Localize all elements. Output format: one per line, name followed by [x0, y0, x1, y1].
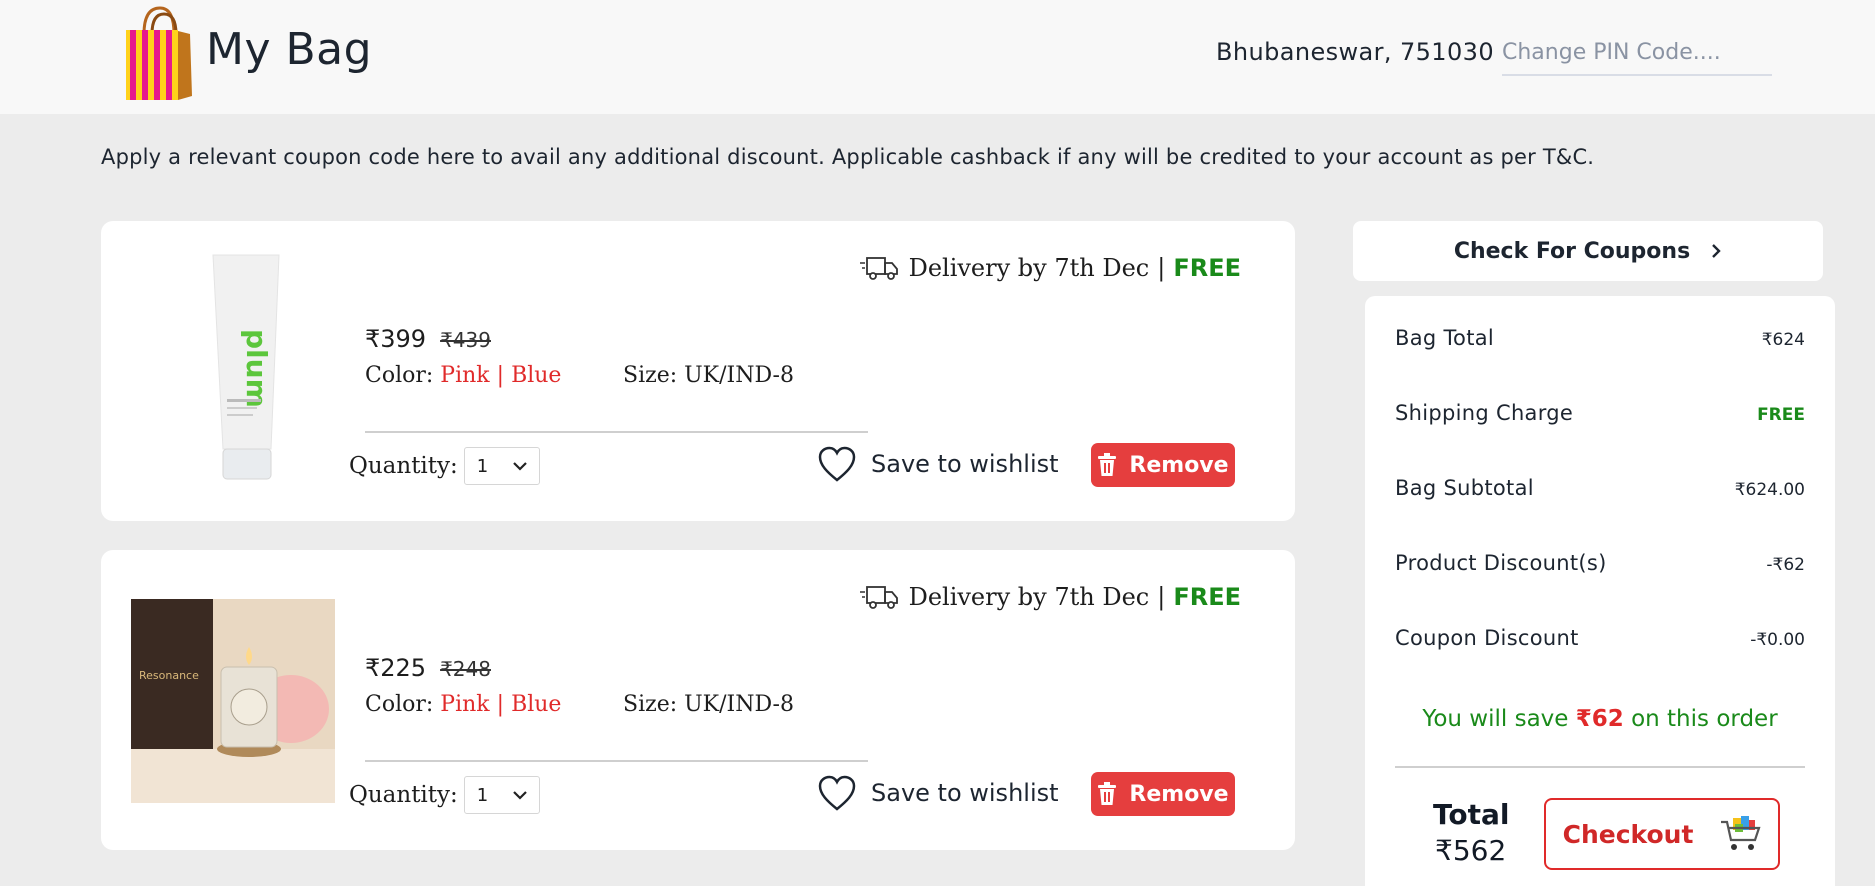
delivery-truck-icon: [859, 257, 898, 280]
size-info: Size: UK/IND-8: [623, 692, 794, 717]
size-value: UK/IND-8: [684, 692, 794, 717]
savings-prefix: You will save: [1422, 706, 1569, 732]
trash-icon: [1098, 782, 1117, 805]
quantity-control: Quantity: 1: [349, 447, 540, 485]
size-label: Size:: [623, 692, 678, 717]
quantity-select[interactable]: 1: [463, 776, 540, 814]
checkout-button[interactable]: Checkout: [1544, 798, 1780, 870]
wishlist-label: Save to wishlist: [871, 779, 1059, 807]
quantity-label: Quantity:: [349, 453, 458, 479]
shopping-cart-icon: [1721, 816, 1761, 850]
shopping-bag-logo-icon: [126, 6, 192, 100]
summary-label: Bag Total: [1395, 326, 1495, 350]
svg-text:plum: plum: [240, 329, 273, 408]
summary-value: FREE: [1757, 405, 1805, 425]
delivery-truck-icon: [859, 586, 898, 609]
heart-icon: [818, 446, 856, 482]
delivery-separator: |: [1157, 583, 1166, 611]
summary-value: ₹624: [1761, 330, 1805, 350]
chevron-right-icon: [1712, 244, 1721, 258]
delivery-fee: FREE: [1173, 254, 1241, 282]
quantity-label: Quantity:: [349, 782, 458, 808]
savings-amount: ₹62: [1575, 706, 1624, 732]
pin-code-input[interactable]: [1502, 34, 1772, 76]
savings-suffix: on this order: [1631, 706, 1778, 732]
summary-row-coupon-discount: Coupon Discount -₹0.00: [1395, 626, 1805, 650]
color-label: Color:: [365, 363, 434, 388]
product-image[interactable]: Resonance: [131, 599, 335, 803]
delivery-info: Delivery by 7th Dec | FREE: [859, 253, 1241, 283]
coupon-info-text: Apply a relevant coupon code here to ava…: [101, 145, 1595, 169]
remove-label: Remove: [1129, 452, 1229, 478]
quantity-value: 1: [476, 784, 489, 806]
delivery-date: Delivery by 7th Dec: [908, 583, 1150, 611]
quantity-value: 1: [476, 455, 489, 477]
item-attributes: Color: Pink | Blue Size: UK/IND-8: [365, 692, 794, 717]
wishlist-label: Save to wishlist: [871, 450, 1059, 478]
savings-message: You will save ₹62 on this order: [1365, 706, 1835, 732]
delivery-date: Delivery by 7th Dec: [908, 254, 1150, 282]
summary-row-shipping: Shipping Charge FREE: [1395, 401, 1805, 425]
original-price: ₹248: [440, 657, 491, 681]
product-image[interactable]: plum: [131, 249, 335, 489]
page-title: My Bag: [206, 24, 373, 75]
item-attributes: Color: Pink | Blue Size: UK/IND-8: [365, 363, 794, 388]
cart-item-card: plum Delivery by 7th Dec | FREE ₹399 ₹43…: [101, 221, 1295, 521]
summary-label: Bag Subtotal: [1395, 476, 1534, 500]
color-option-a: Pink: [440, 692, 490, 717]
summary-label: Product Discount(s): [1395, 551, 1607, 575]
summary-label: Shipping Charge: [1395, 401, 1574, 425]
size-label: Size:: [623, 363, 678, 388]
sale-price: ₹399: [365, 325, 427, 353]
size-info: Size: UK/IND-8: [623, 363, 794, 388]
sale-price: ₹225: [365, 654, 427, 682]
delivery-location: Bhubaneswar, 751030: [1216, 38, 1494, 66]
cart-item-card: Resonance Delivery by 7th Dec | FREE ₹22…: [101, 550, 1295, 850]
chevron-down-icon: [513, 462, 527, 471]
summary-value: -₹62: [1766, 555, 1805, 575]
remove-item-button[interactable]: Remove: [1091, 772, 1235, 816]
checkout-label: Checkout: [1562, 819, 1694, 849]
delivery-info: Delivery by 7th Dec | FREE: [859, 582, 1241, 612]
total-value: ₹562: [1435, 834, 1507, 867]
item-divider: [365, 760, 868, 762]
price-row: ₹399 ₹439: [365, 325, 491, 353]
price-row: ₹225 ₹248: [365, 654, 491, 682]
summary-divider: [1395, 766, 1805, 768]
svg-text:Resonance: Resonance: [139, 669, 199, 682]
color-label: Color:: [365, 692, 434, 717]
color-separator: |: [496, 692, 505, 717]
original-price: ₹439: [440, 328, 491, 352]
delivery-separator: |: [1157, 254, 1166, 282]
heart-icon: [818, 775, 856, 811]
save-to-wishlist-button[interactable]: Save to wishlist: [817, 774, 1059, 812]
save-to-wishlist-button[interactable]: Save to wishlist: [817, 445, 1059, 483]
item-divider: [365, 431, 868, 433]
check-coupons-label: Check For Coupons: [1453, 238, 1691, 264]
summary-label: Coupon Discount: [1395, 626, 1579, 650]
color-option-a: Pink: [440, 363, 490, 388]
summary-row-product-discount: Product Discount(s) -₹62: [1395, 551, 1805, 575]
chevron-down-icon: [513, 791, 527, 800]
summary-value: -₹0.00: [1750, 630, 1805, 650]
check-coupons-button[interactable]: Check For Coupons: [1353, 221, 1823, 281]
summary-row-bag-total: Bag Total ₹624: [1395, 326, 1805, 350]
color-option-b: Blue: [511, 692, 562, 717]
color-separator: |: [496, 363, 505, 388]
remove-label: Remove: [1129, 781, 1229, 807]
remove-item-button[interactable]: Remove: [1091, 443, 1235, 487]
delivery-fee: FREE: [1173, 583, 1241, 611]
summary-value: ₹624.00: [1734, 480, 1805, 500]
size-value: UK/IND-8: [684, 363, 794, 388]
top-bar: My Bag Bhubaneswar, 751030: [0, 0, 1875, 114]
trash-icon: [1098, 453, 1117, 476]
order-summary: Bag Total ₹624 Shipping Charge FREE Bag …: [1365, 296, 1835, 886]
quantity-select[interactable]: 1: [463, 447, 540, 485]
summary-row-subtotal: Bag Subtotal ₹624.00: [1395, 476, 1805, 500]
color-option-b: Blue: [511, 363, 562, 388]
quantity-control: Quantity: 1: [349, 776, 540, 814]
total-label: Total: [1433, 798, 1510, 831]
